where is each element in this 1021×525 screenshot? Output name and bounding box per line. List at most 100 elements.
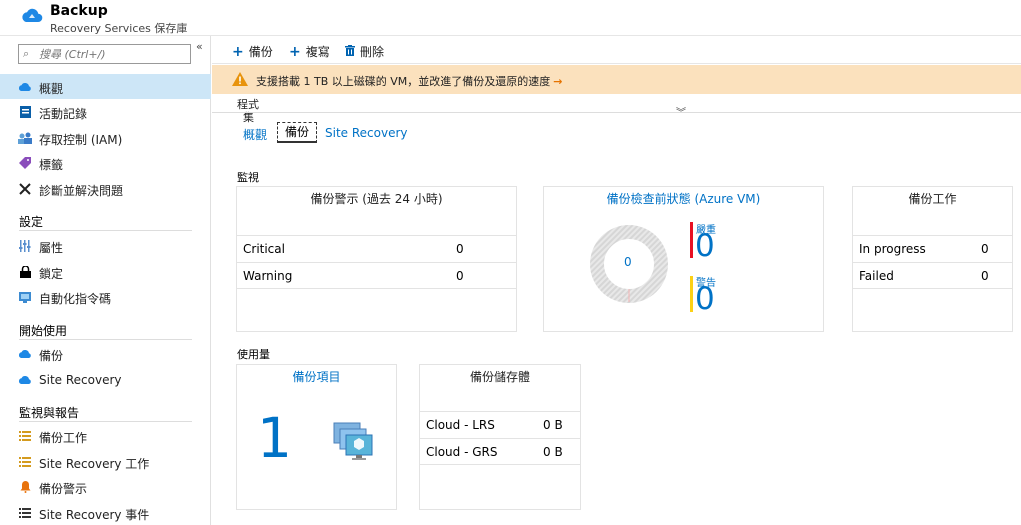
section-monitoring: 監視與報告: [19, 404, 192, 422]
plus-icon: +: [289, 43, 301, 60]
command-bar: + 備份 + 複寫 刪除: [212, 36, 1021, 64]
warning-icon: [232, 72, 248, 86]
section-getting-started: 開始使用: [19, 322, 192, 340]
critical-value: 0: [695, 228, 715, 264]
tag-icon: [18, 156, 32, 170]
table-row[interactable]: Cloud - GRS 0 B: [420, 438, 580, 465]
sidebar-item-automation[interactable]: 自動化指令碼: [0, 284, 211, 309]
plus-icon: +: [232, 43, 244, 60]
sidebar-item-activity-log[interactable]: 活動記錄: [0, 99, 211, 124]
tab-site-recovery[interactable]: Site Recovery: [325, 126, 408, 140]
cloud-icon: [18, 373, 32, 387]
divider: [212, 112, 1021, 113]
row-label: In progress: [859, 242, 926, 256]
table-row[interactable]: Warning 0: [237, 262, 516, 289]
row-label: Cloud - LRS: [426, 418, 495, 432]
tile-title: 備份儲存體: [469, 370, 530, 384]
backup-button-label: 備份: [248, 45, 273, 59]
sidebar-item-label: Site Recovery 工作: [39, 457, 150, 471]
row-value: 0: [981, 269, 989, 283]
backup-items-count: 1: [257, 406, 292, 470]
sidebar-item-backup-alerts[interactable]: 備份警示: [0, 474, 211, 499]
trash-icon: [345, 45, 355, 58]
sidebar-item-overview[interactable]: 概觀: [0, 74, 211, 99]
critical-bar: [690, 222, 693, 258]
tab-overview[interactable]: 概觀: [243, 126, 267, 143]
row-value: 0: [981, 242, 989, 256]
script-icon: [18, 290, 32, 304]
backup-items-tile[interactable]: 備份項目 1: [236, 364, 397, 510]
sidebar-item-label: 備份工作: [39, 431, 88, 445]
page-title: Backup: [50, 3, 108, 19]
sidebar-item-locks[interactable]: 鎖定: [0, 259, 211, 284]
row-value: 0 B: [543, 418, 563, 432]
table-row[interactable]: In progress 0: [853, 235, 1012, 262]
properties-icon: [18, 239, 32, 253]
sidebar-item-label: 診斷並解決問題: [39, 184, 124, 198]
row-label: Warning: [243, 269, 293, 283]
sidebar-item-properties[interactable]: 屬性: [0, 233, 211, 258]
collapse-sidebar-icon[interactable]: «: [196, 40, 203, 53]
tile-title: 備份檢查前狀態 (Azure VM): [606, 192, 761, 206]
search-icon: ⌕: [23, 47, 30, 60]
sidebar-item-backup-jobs[interactable]: 備份工作: [0, 423, 211, 448]
table-row[interactable]: Cloud - LRS 0 B: [420, 411, 580, 438]
backup-button[interactable]: + 備份: [232, 43, 273, 60]
sidebar-item-label: 活動記錄: [39, 107, 88, 121]
sidebar-item-iam[interactable]: 存取控制 (IAM): [0, 125, 211, 150]
sidebar-item-site-recovery-events[interactable]: Site Recovery 事件: [0, 500, 211, 525]
backup-jobs-tile[interactable]: 備份工作 In progress 0 Failed 0: [852, 186, 1013, 332]
lock-icon: [18, 265, 32, 279]
sidebar-item-tags[interactable]: 標籤: [0, 150, 211, 175]
backup-alerts-tile[interactable]: 備份警示 (過去 24 小時) Critical 0 Warning 0: [236, 186, 517, 332]
table-row[interactable]: Failed 0: [853, 262, 1012, 289]
replicate-button-label: 複寫: [305, 45, 330, 59]
list-icon: [18, 455, 32, 469]
cloud-icon: [18, 80, 32, 94]
search-box[interactable]: ⌕: [18, 44, 191, 64]
sidebar-item-diagnose[interactable]: 診斷並解決問題: [0, 176, 211, 201]
sidebar-item-site-recovery[interactable]: Site Recovery: [0, 367, 211, 392]
row-label: Critical: [243, 242, 285, 256]
sidebar-item-label: 鎖定: [39, 267, 64, 281]
row-value: 0: [456, 269, 464, 283]
warning-bar: [690, 276, 693, 312]
wrench-icon: [18, 182, 32, 196]
sidebar: ⌕ « 概觀 活動記錄 存取控制 (IAM) 標籤 診斷並解決問題 設定 屬性: [0, 36, 211, 525]
chevron-double-down-icon[interactable]: ︾: [676, 104, 686, 119]
row-value: 0: [456, 242, 464, 256]
recovery-vault-icon: [22, 8, 43, 23]
blade-header: Backup Recovery Services 保存庫: [0, 0, 1021, 36]
banner-text: 支援搭載 1 TB 以上磁碟的 VM，並改進了備份及還原的速度: [256, 75, 551, 88]
row-label: Cloud - GRS: [426, 445, 498, 459]
tile-title: 備份警示 (過去 24 小時): [310, 192, 443, 206]
row-label: Failed: [859, 269, 894, 283]
sidebar-item-label: 概觀: [39, 82, 64, 96]
log-icon: [18, 105, 32, 119]
row-value: 0 B: [543, 445, 563, 459]
sidebar-item-label: 備份警示: [39, 482, 88, 496]
virtual-machines-icon: [333, 422, 373, 460]
backup-storage-tile[interactable]: 備份儲存體 Cloud - LRS 0 B Cloud - GRS 0 B: [419, 364, 581, 510]
donut-center-value: 0: [624, 255, 632, 269]
cloud-icon: [18, 347, 32, 361]
people-icon: [18, 131, 32, 145]
replicate-button[interactable]: + 複寫: [289, 43, 330, 60]
page-subtitle: Recovery Services 保存庫: [50, 22, 188, 35]
sidebar-item-label: Site Recovery 事件: [39, 508, 150, 522]
tab-backup[interactable]: 備份: [277, 122, 318, 143]
sidebar-item-label: 屬性: [39, 241, 64, 255]
list-icon: [18, 506, 32, 520]
table-row[interactable]: Critical 0: [237, 235, 516, 262]
precheck-status-tile[interactable]: 備份檢查前狀態 (Azure VM) 0 嚴重 0 警告 0: [543, 186, 824, 332]
notification-banner[interactable]: 支援搭載 1 TB 以上磁碟的 VM，並改進了備份及還原的速度 →: [212, 65, 1021, 94]
list-icon: [18, 429, 32, 443]
sidebar-item-site-recovery-jobs[interactable]: Site Recovery 工作: [0, 449, 211, 474]
sidebar-item-backup[interactable]: 備份: [0, 341, 211, 366]
delete-button[interactable]: 刪除: [345, 43, 384, 60]
usage-section-title: 使用量: [237, 348, 270, 361]
warning-value: 0: [695, 281, 715, 317]
search-input[interactable]: [39, 46, 187, 62]
sidebar-item-label: 備份: [39, 349, 64, 363]
alert-icon: [18, 480, 32, 494]
